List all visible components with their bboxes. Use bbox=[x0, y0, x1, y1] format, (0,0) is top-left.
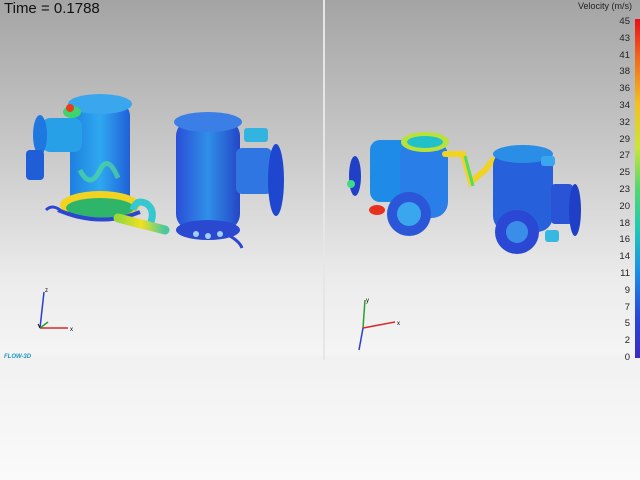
colorbar-tick-label: 16 bbox=[619, 234, 630, 246]
legend-title: Velocity (m/s) bbox=[577, 1, 632, 11]
right-3d-view[interactable]: y x bbox=[325, 0, 637, 360]
left-valve-body bbox=[26, 94, 141, 222]
right-view-pipe bbox=[442, 151, 496, 188]
colorbar-tick-label: 25 bbox=[619, 167, 630, 179]
colorbar-tick-label: 45 bbox=[619, 16, 630, 27]
colorbar-tick-label: 41 bbox=[619, 49, 630, 61]
colorbar-tick-label: 27 bbox=[619, 150, 630, 162]
right-view-left-valve bbox=[347, 132, 449, 236]
colorbar-tick-label: 23 bbox=[619, 184, 630, 195]
colorbar-tick-label: 36 bbox=[619, 83, 630, 95]
colorbar-tick-label: 9 bbox=[624, 284, 630, 296]
right-valve-body bbox=[174, 112, 284, 249]
colorbar-tick-label: 29 bbox=[619, 133, 630, 145]
left-3d-view[interactable]: z x bbox=[0, 0, 323, 360]
axis-x-label-right: x bbox=[397, 321, 400, 327]
axis-y-label: y bbox=[366, 298, 369, 304]
colorbar-tick-label: 14 bbox=[619, 251, 630, 263]
colorbar-tick-label: 32 bbox=[619, 116, 630, 128]
axis-triad-left: z x bbox=[37, 288, 73, 333]
colorbar-tick-label: 0 bbox=[624, 352, 630, 363]
colorbar-tick-label: 43 bbox=[619, 32, 630, 44]
colorbar-tick-label: 20 bbox=[619, 200, 630, 212]
colorbar-tick-label: 18 bbox=[619, 217, 630, 229]
flow3d-logo: FLOW-3D bbox=[4, 354, 32, 360]
axis-z-label: z bbox=[45, 288, 48, 294]
lower-blank-area bbox=[0, 356, 640, 480]
axis-triad-right: y x bbox=[358, 298, 400, 351]
colorbar-tick-label: 7 bbox=[624, 301, 630, 313]
colorbar-tick-label: 34 bbox=[619, 100, 630, 111]
axis-x-label: x bbox=[70, 327, 73, 333]
right-view-right-valve bbox=[493, 145, 581, 254]
colorbar-tick-label: 38 bbox=[619, 66, 630, 78]
colorbar-tick-label: 5 bbox=[624, 318, 630, 330]
colorbar-tick-label: 11 bbox=[620, 268, 630, 279]
velocity-colorbar bbox=[635, 19, 640, 358]
colorbar-tick-label: 2 bbox=[624, 335, 630, 347]
